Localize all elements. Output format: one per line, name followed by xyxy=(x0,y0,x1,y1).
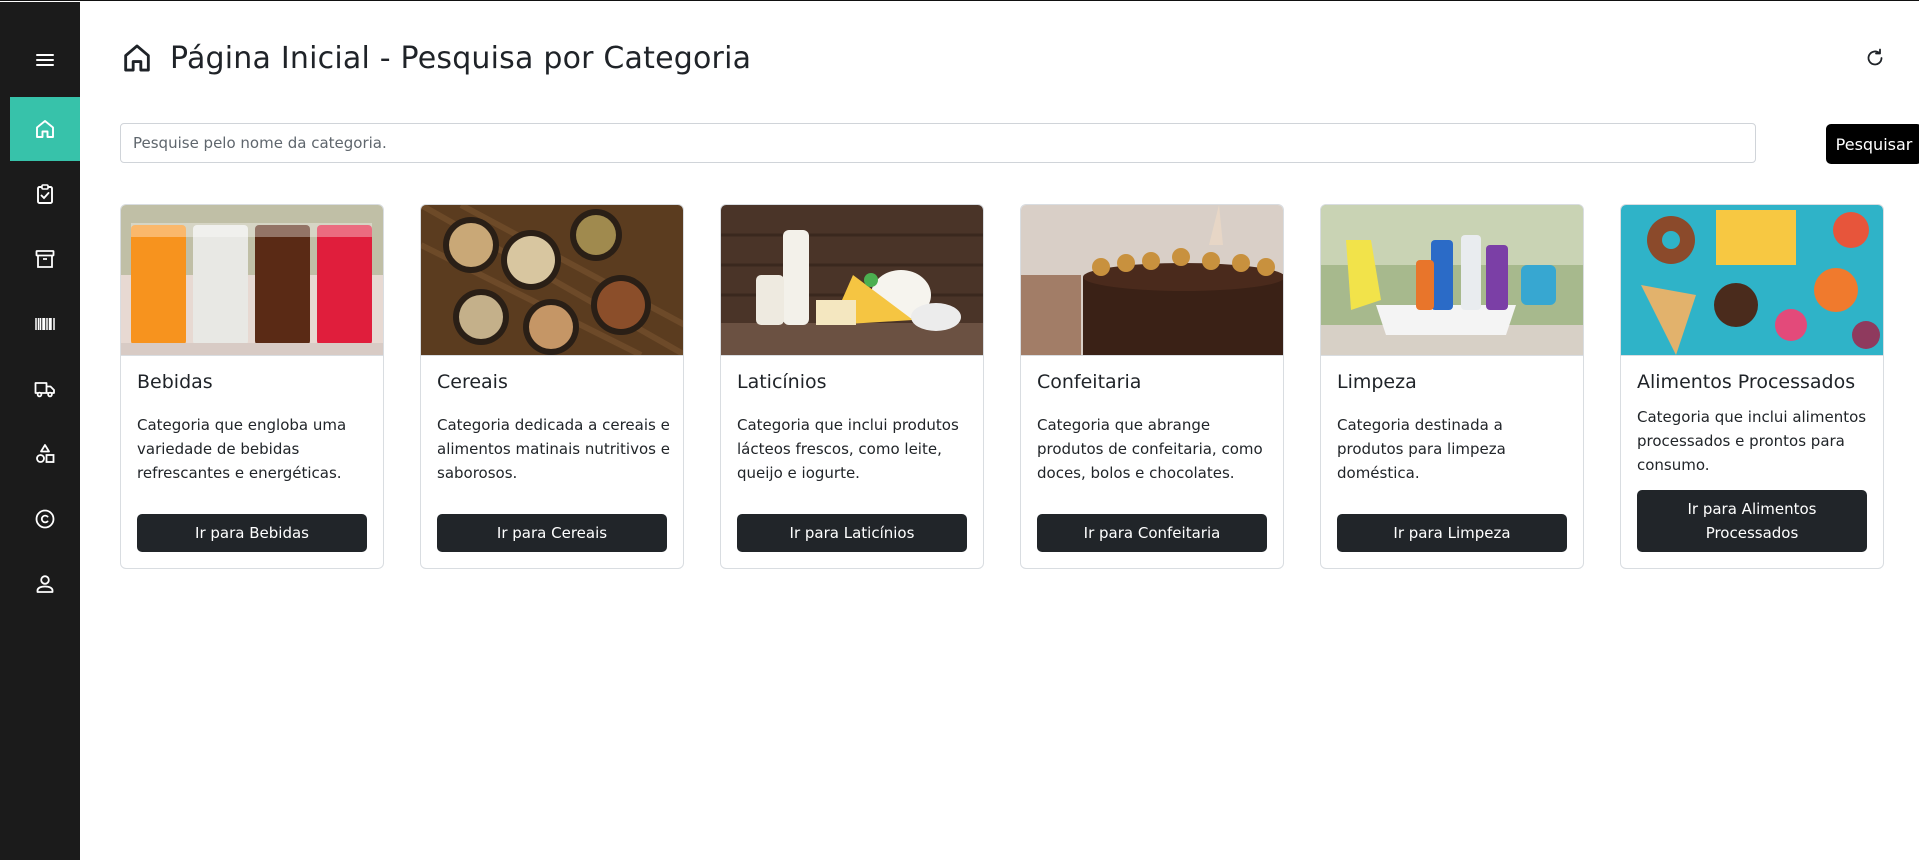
cake-photo xyxy=(1021,205,1283,356)
category-card-confeitaria: Confeitaria Categoria que abrange produt… xyxy=(1020,204,1284,569)
sidebar-item-categories[interactable] xyxy=(10,422,80,486)
card-description: Categoria destinada a produtos para limp… xyxy=(1337,416,1506,482)
home-icon xyxy=(120,41,154,75)
drinks-photo xyxy=(121,205,383,356)
menu-button[interactable] xyxy=(10,28,80,92)
sidebar-item-home[interactable] xyxy=(10,97,80,161)
category-card-cereais: Cereais Categoria dedicada a cereais e a… xyxy=(420,204,684,569)
sidebar-item-products[interactable] xyxy=(10,292,80,356)
card-description: Categoria que inclui produtos lácteos fr… xyxy=(737,416,959,482)
copyright-icon xyxy=(35,509,55,529)
page-title: Página Inicial - Pesquisa por Categoria xyxy=(170,40,752,76)
sidebar-item-archive[interactable] xyxy=(10,227,80,291)
sidebar-item-tasks[interactable] xyxy=(10,162,80,226)
refresh-icon xyxy=(1867,48,1883,66)
sidebar-item-brands[interactable] xyxy=(10,487,80,551)
menu-icon xyxy=(36,54,54,66)
card-description: Categoria dedicada a cereais e alimentos… xyxy=(437,416,670,482)
page-header: Página Inicial - Pesquisa por Categoria xyxy=(120,38,751,78)
archive-icon xyxy=(35,250,55,268)
card-title: Limpeza xyxy=(1337,371,1417,393)
sidebar-item-delivery[interactable] xyxy=(10,357,80,421)
cereals-photo xyxy=(421,205,683,356)
card-title: Cereais xyxy=(437,371,508,393)
card-title: Alimentos Processados xyxy=(1637,371,1856,393)
go-to-laticinios-button[interactable]: Ir para Laticínios xyxy=(737,514,967,552)
card-description: Categoria que abrange produtos de confei… xyxy=(1037,416,1263,482)
refresh-button[interactable] xyxy=(1863,46,1887,70)
cleaning-photo xyxy=(1321,205,1583,356)
home-icon xyxy=(36,120,54,138)
main-content: Página Inicial - Pesquisa por Categoria … xyxy=(80,2,1919,859)
shapes-icon xyxy=(36,444,55,463)
card-description: Categoria que engloba uma variedade de b… xyxy=(137,416,347,482)
go-to-cereais-button[interactable]: Ir para Cereais xyxy=(437,514,667,552)
card-title: Bebidas xyxy=(137,371,213,393)
barcode-icon xyxy=(35,318,55,330)
search-input[interactable] xyxy=(120,123,1756,163)
user-icon xyxy=(36,575,54,593)
card-title: Confeitaria xyxy=(1037,371,1142,393)
category-card-alimentos-processados: Alimentos Processados Categoria que incl… xyxy=(1620,204,1884,569)
go-to-bebidas-button[interactable]: Ir para Bebidas xyxy=(137,514,367,552)
card-description: Categoria que inclui alimentos processad… xyxy=(1637,408,1867,474)
category-card-bebidas: Bebidas Categoria que engloba uma varied… xyxy=(120,204,384,569)
card-title: Laticínios xyxy=(737,371,827,393)
truck-icon xyxy=(34,382,55,398)
sidebar xyxy=(0,2,80,860)
go-to-limpeza-button[interactable]: Ir para Limpeza xyxy=(1337,514,1567,552)
category-card-limpeza: Limpeza Categoria destinada a produtos p… xyxy=(1320,204,1584,569)
search-bar: Pesquisar xyxy=(120,123,1919,165)
go-to-alimentos-processados-button[interactable]: Ir para Alimentos Processados xyxy=(1637,490,1867,552)
clipboard-check-icon xyxy=(37,184,53,204)
processed-food-photo xyxy=(1621,205,1883,356)
category-card-laticinios: Laticínios Categoria que inclui produtos… xyxy=(720,204,984,569)
go-to-confeitaria-button[interactable]: Ir para Confeitaria xyxy=(1037,514,1267,552)
search-button[interactable]: Pesquisar xyxy=(1826,124,1919,164)
dairy-photo xyxy=(721,205,983,356)
sidebar-item-profile[interactable] xyxy=(10,552,80,616)
